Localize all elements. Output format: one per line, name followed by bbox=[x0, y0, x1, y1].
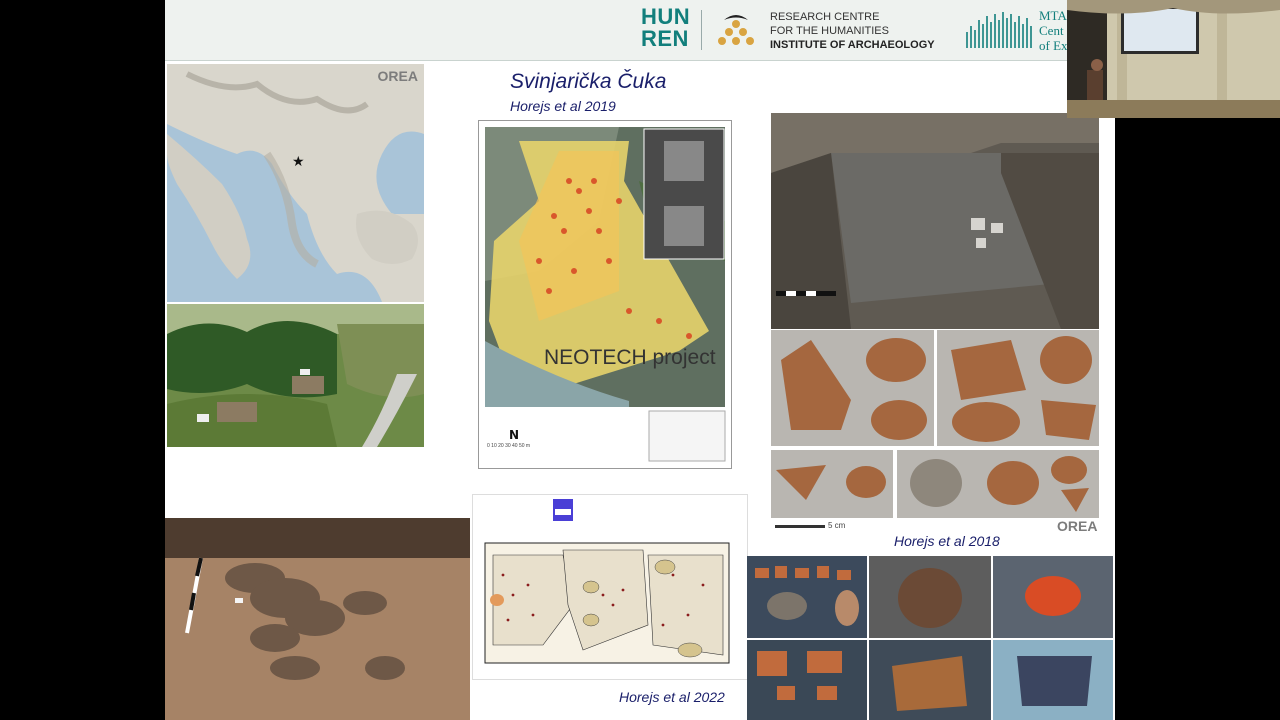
excavation-plan-drawing bbox=[472, 494, 748, 680]
north-arrow-label: N bbox=[509, 428, 519, 442]
slide-header: HUN REN RESEARCH CENTRE FOR THE HUMANITI… bbox=[165, 0, 1115, 61]
scale-5cm-text: 5 cm bbox=[828, 521, 846, 530]
svg-text:★: ★ bbox=[292, 154, 305, 170]
slide-subtitle: Horejs et al 2019 bbox=[510, 98, 616, 114]
orea-watermark: OREA bbox=[377, 68, 418, 84]
reference-2022: Horejs et al 2022 bbox=[619, 689, 725, 705]
excavation-trench-photo bbox=[771, 113, 1099, 329]
geomagnetic-survey-map: N 0 10 20 30 40 50 m bbox=[478, 120, 732, 469]
reference-2018: Horejs et al 2018 bbox=[894, 533, 1000, 549]
aerial-site-photo bbox=[167, 304, 424, 447]
stone-feature-photo bbox=[165, 518, 470, 720]
hunren-logo: HUN REN bbox=[641, 6, 690, 50]
slide-title: Svinjarička Čuka bbox=[510, 70, 667, 93]
presentation-slide: HUN REN RESEARCH CENTRE FOR THE HUMANITI… bbox=[165, 0, 1115, 720]
mta-line-1: MTA bbox=[1039, 8, 1067, 23]
balkan-map-image: ★ OREA bbox=[167, 64, 424, 302]
institute-line-3: INSTITUTE OF ARCHAEOLOGY bbox=[770, 39, 935, 51]
mta-text: MTA Cent of Ex bbox=[1039, 8, 1068, 53]
institute-line-1: RESEARCH CENTRE bbox=[770, 11, 880, 23]
mta-line-2: Cent bbox=[1039, 23, 1064, 38]
logo-line-2: REN bbox=[641, 26, 689, 51]
pottery-sherds-plate: 5 cm bbox=[771, 330, 1099, 520]
mta-line-3: of Ex bbox=[1039, 38, 1068, 53]
logo-divider bbox=[701, 10, 702, 50]
institute-emblem-icon bbox=[718, 15, 754, 45]
mta-logo-icon bbox=[966, 12, 1032, 48]
logo-line-1: HUN bbox=[641, 4, 691, 29]
orea-watermark-pottery: OREA bbox=[1057, 518, 1098, 534]
pottery-vessels-collage bbox=[747, 556, 1113, 720]
map-scale-label: 0 10 20 30 40 50 m bbox=[487, 443, 531, 449]
scale-bar bbox=[775, 525, 825, 528]
institute-line-2: FOR THE HUMANITIES bbox=[770, 25, 889, 37]
speaker-webcam-feed bbox=[1067, 0, 1280, 118]
neotech-project-label: NEOTECH project bbox=[544, 346, 716, 369]
institute-name: RESEARCH CENTRE FOR THE HUMANITIES INSTI… bbox=[770, 10, 935, 52]
